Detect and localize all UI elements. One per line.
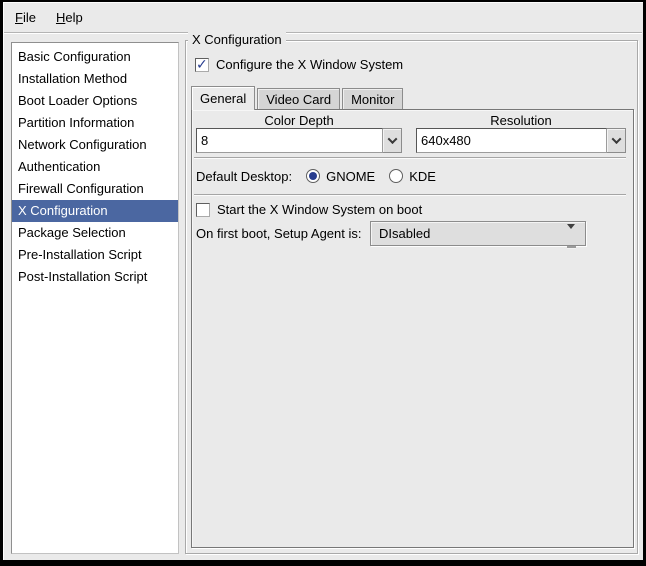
- radio-button-icon[interactable]: [389, 169, 403, 183]
- start-x-checkbox-row[interactable]: Start the X Window System on boot: [196, 202, 422, 217]
- sidebar-item-authentication[interactable]: Authentication: [12, 156, 178, 178]
- option-menu-arrow-icon: [567, 229, 576, 248]
- separator: [194, 194, 626, 196]
- start-x-checkbox-label: Start the X Window System on boot: [217, 202, 422, 217]
- radio-button-icon[interactable]: [306, 169, 320, 183]
- color-depth-input[interactable]: [196, 128, 383, 153]
- setup-agent-label: On first boot, Setup Agent is:: [196, 225, 361, 243]
- color-depth-dropdown-button[interactable]: [383, 128, 402, 153]
- sidebar-item-basic-configuration[interactable]: Basic Configuration: [12, 46, 178, 68]
- sidebar-item-partition-information[interactable]: Partition Information: [12, 112, 178, 134]
- color-depth-combo: [196, 128, 402, 153]
- sidebar-item-package-selection[interactable]: Package Selection: [12, 222, 178, 244]
- tab-general[interactable]: General: [191, 86, 255, 110]
- check-icon: ✓: [196, 56, 208, 73]
- sidebar-item-pre-installation-script[interactable]: Pre-Installation Script: [12, 244, 178, 266]
- menubar: File Help: [4, 3, 642, 33]
- general-tab-page: Color Depth Resolution Default Desktop:: [191, 109, 634, 548]
- radio-gnome[interactable]: GNOME: [306, 169, 375, 184]
- separator: [194, 157, 626, 159]
- configure-x-checkbox-label: Configure the X Window System: [216, 57, 403, 72]
- sidebar-item-boot-loader-options[interactable]: Boot Loader Options: [12, 90, 178, 112]
- menu-help[interactable]: Help: [46, 4, 93, 31]
- tab-monitor[interactable]: Monitor: [342, 88, 403, 110]
- x-configuration-frame: X Configuration ✓ Configure the X Window…: [185, 40, 638, 554]
- setup-agent-value: DIsabled: [379, 226, 430, 241]
- default-desktop-row: Default Desktop: GNOME KDE: [196, 166, 436, 186]
- resolution-label: Resolution: [416, 113, 626, 129]
- menu-file[interactable]: File: [5, 4, 46, 31]
- default-desktop-label: Default Desktop:: [196, 169, 292, 184]
- tab-video-card[interactable]: Video Card: [257, 88, 340, 110]
- radio-kde-label: KDE: [409, 169, 436, 184]
- sidebar-item-x-configuration[interactable]: X Configuration: [12, 200, 178, 222]
- chevron-down-icon: [387, 134, 397, 144]
- radio-gnome-label: GNOME: [326, 169, 375, 184]
- sidebar-item-firewall-configuration[interactable]: Firewall Configuration: [12, 178, 178, 200]
- resolution-dropdown-button[interactable]: [607, 128, 626, 153]
- resolution-combo: [416, 128, 626, 153]
- tab-strip: General Video Card Monitor: [191, 86, 405, 110]
- radio-kde[interactable]: KDE: [389, 169, 436, 184]
- sidebar-item-network-configuration[interactable]: Network Configuration: [12, 134, 178, 156]
- section-list: Basic Configuration Installation Method …: [11, 42, 179, 554]
- start-x-checkbox[interactable]: [196, 203, 210, 217]
- sidebar-item-installation-method[interactable]: Installation Method: [12, 68, 178, 90]
- kickstart-configurator-window: File Help Basic Configuration Installati…: [0, 0, 646, 566]
- configure-x-checkbox-row[interactable]: ✓ Configure the X Window System: [195, 57, 403, 72]
- default-desktop-radio-group: GNOME KDE: [292, 169, 436, 184]
- frame-title: X Configuration: [188, 32, 286, 48]
- setup-agent-option-menu[interactable]: DIsabled: [370, 221, 586, 246]
- sidebar-item-post-installation-script[interactable]: Post-Installation Script: [12, 266, 178, 288]
- configure-x-checkbox[interactable]: ✓: [195, 58, 209, 72]
- color-depth-label: Color Depth: [196, 113, 402, 129]
- resolution-input[interactable]: [416, 128, 607, 153]
- chevron-down-icon: [611, 134, 621, 144]
